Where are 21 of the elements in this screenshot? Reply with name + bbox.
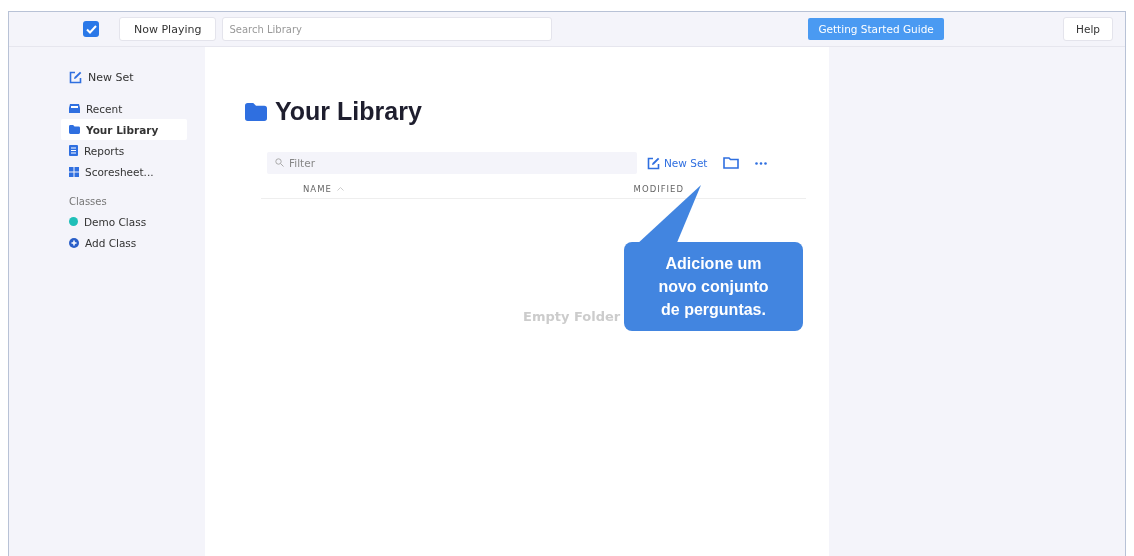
class-item[interactable]: Demo Class: [61, 211, 187, 232]
new-set-link[interactable]: New Set: [61, 67, 187, 88]
help-button[interactable]: Help: [1063, 17, 1113, 41]
column-header[interactable]: NAME: [303, 184, 332, 194]
section-heading: Classes: [69, 196, 108, 207]
sidebar-item[interactable]: Scoresheet...: [61, 161, 187, 182]
filter-field[interactable]: Filter: [267, 152, 637, 174]
sidebar-label: Scoresheet...: [85, 165, 154, 178]
column-header[interactable]: MODIFIED: [633, 184, 684, 194]
now-playing-button[interactable]: Now Playing: [119, 17, 217, 41]
new-set-button[interactable]: New Set: [647, 156, 708, 170]
sidebar-item[interactable]: Recent: [61, 98, 187, 119]
class-name: Demo Class: [84, 215, 147, 228]
add-class-button[interactable]: Add Class: [61, 232, 187, 253]
sidebar-label: Recent: [86, 102, 123, 115]
page-title: Your Library: [275, 97, 422, 126]
sidebar-item[interactable]: Reports: [61, 140, 187, 161]
sidebar-item[interactable]: Your Library: [61, 119, 187, 140]
sidebar-label: Your Library: [86, 123, 159, 136]
sidebar-label: Reports: [84, 144, 125, 157]
search-field[interactable]: Search Library: [222, 17, 553, 41]
